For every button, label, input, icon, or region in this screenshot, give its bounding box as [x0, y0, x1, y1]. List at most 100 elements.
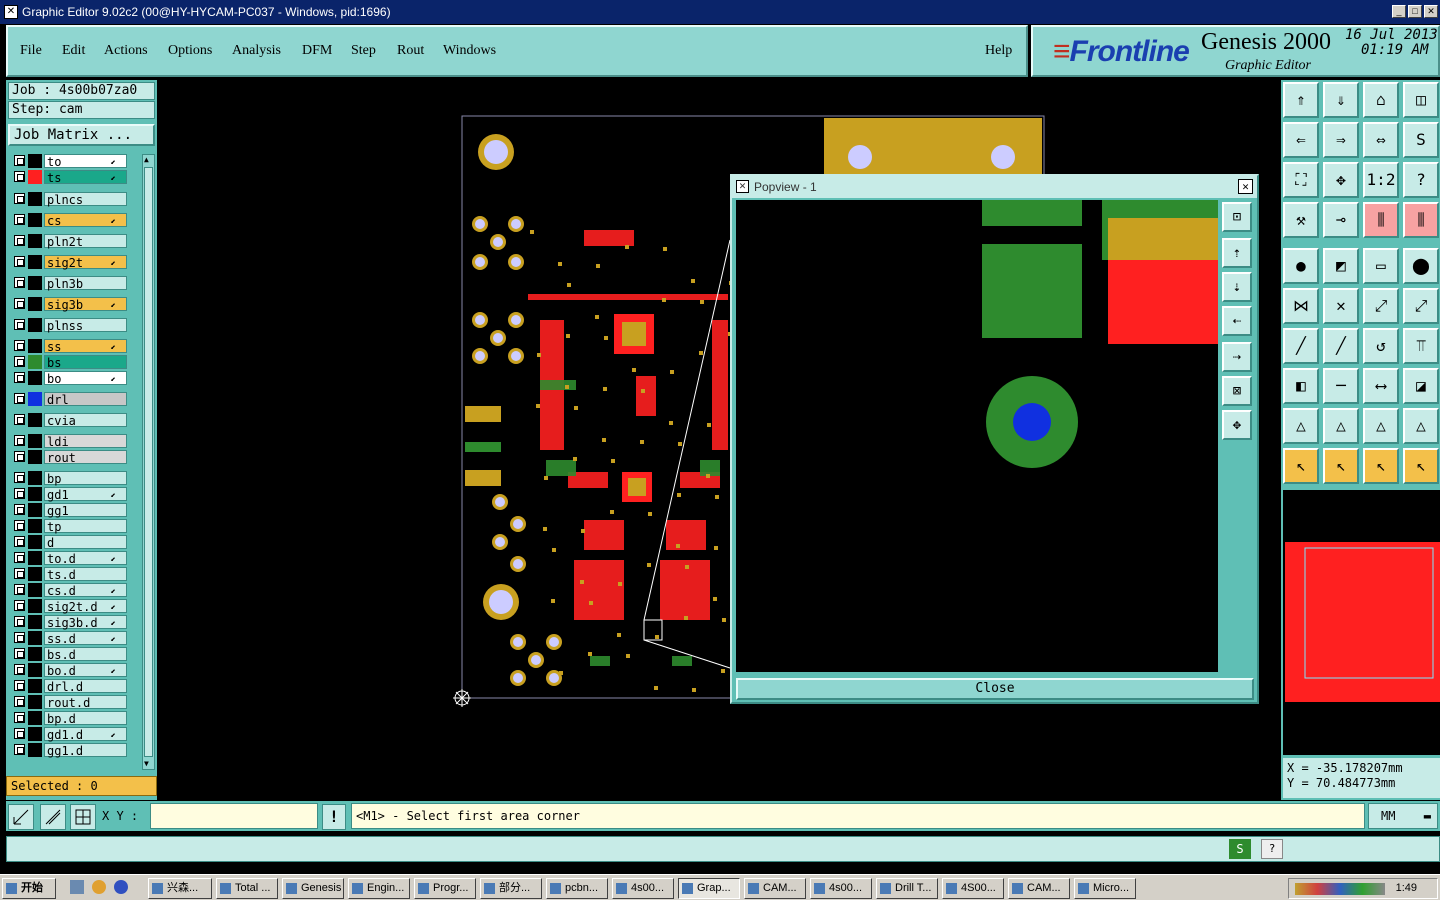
- layer-row-drl[interactable]: drl: [10, 392, 136, 407]
- layer-checkbox[interactable]: [14, 744, 25, 755]
- menu-options[interactable]: Options: [168, 43, 212, 59]
- layer-checkbox[interactable]: [14, 451, 25, 462]
- layer-name[interactable]: sig2t ⬋: [44, 255, 127, 270]
- layer-color-swatch[interactable]: [28, 413, 42, 427]
- layer-name[interactable]: pln3b: [44, 276, 127, 291]
- taskbar-item[interactable]: CAM...: [744, 878, 806, 899]
- menu-file[interactable]: File: [20, 43, 42, 59]
- taskbar-item[interactable]: 4s00...: [810, 878, 872, 899]
- layer-name[interactable]: ldi: [44, 434, 127, 449]
- layer-color-swatch[interactable]: [28, 487, 42, 501]
- layer-row-bs-d[interactable]: bs.d: [10, 647, 136, 662]
- layer-name[interactable]: pln2t: [44, 234, 127, 249]
- layer-name[interactable]: ts ⬋: [44, 170, 127, 185]
- layer-checkbox[interactable]: [14, 616, 25, 627]
- layer-row-sig3b-d[interactable]: sig3b.d ⬋: [10, 615, 136, 630]
- net-graph-icon[interactable]: ⋈: [1283, 288, 1319, 324]
- menu-dfm[interactable]: DFM: [302, 43, 332, 59]
- layer-name[interactable]: gd1.d ⬋: [44, 727, 127, 742]
- layer-list-scrollbar[interactable]: ▲ ▼: [142, 154, 155, 770]
- shape-group-icon[interactable]: ◪: [1403, 368, 1439, 404]
- layer-row-ss-d[interactable]: ss.d ⬋: [10, 631, 136, 646]
- layer-row-sig2t[interactable]: sig2t ⬋: [10, 255, 136, 270]
- layer-color-swatch[interactable]: [28, 631, 42, 645]
- layer-name[interactable]: rout.d: [44, 695, 127, 710]
- layer-name[interactable]: gg1: [44, 503, 127, 518]
- popview-fit-icon[interactable]: ⊠: [1222, 376, 1252, 406]
- layer-checkbox[interactable]: [14, 680, 25, 691]
- tri-a-icon[interactable]: △: [1323, 408, 1359, 444]
- layer-checkbox[interactable]: [14, 214, 25, 225]
- layer-color-swatch[interactable]: [28, 695, 42, 709]
- popview-close-icon[interactable]: ✕: [1238, 179, 1253, 194]
- layer-checkbox[interactable]: [14, 488, 25, 499]
- popview-close-button[interactable]: Close: [736, 678, 1254, 700]
- layer-name[interactable]: to.d ⬋: [44, 551, 127, 566]
- route-snake-icon[interactable]: S: [1403, 122, 1439, 158]
- taskbar-item[interactable]: 兴森...: [148, 878, 212, 899]
- layer-name[interactable]: ts.d: [44, 567, 127, 582]
- layer-name[interactable]: gd1 ⬋: [44, 487, 127, 502]
- exclamation-icon[interactable]: !: [322, 804, 346, 830]
- layer-name[interactable]: rout: [44, 450, 127, 465]
- zoom-home-icon[interactable]: ⇑: [1283, 82, 1319, 118]
- layer-checkbox[interactable]: [14, 632, 25, 643]
- layer-name[interactable]: drl: [44, 392, 127, 407]
- select-arrow-icon[interactable]: ↖: [1283, 448, 1319, 484]
- layer-row-ts-d[interactable]: ts.d: [10, 567, 136, 582]
- maximize-button[interactable]: □: [1408, 5, 1422, 18]
- layer-color-swatch[interactable]: [28, 276, 42, 290]
- layer-row-gg1[interactable]: gg1: [10, 503, 136, 518]
- tri-red-icon[interactable]: △: [1283, 408, 1319, 444]
- layer-checkbox[interactable]: [14, 319, 25, 330]
- ie-icon[interactable]: [114, 880, 128, 894]
- layer-color-swatch[interactable]: [28, 679, 42, 693]
- layer-name[interactable]: plnss: [44, 318, 127, 333]
- layer-row-plnss[interactable]: plnss: [10, 318, 136, 333]
- fill-edit-icon[interactable]: ◩: [1323, 248, 1359, 284]
- layer-checkbox[interactable]: [14, 664, 25, 675]
- browser-icon[interactable]: [92, 880, 106, 894]
- ime-s-icon[interactable]: S: [1229, 839, 1251, 859]
- menu-help[interactable]: Help: [985, 43, 1012, 59]
- layer-color-swatch[interactable]: [28, 599, 42, 613]
- ime-help-icon[interactable]: ?: [1261, 839, 1283, 859]
- layer-color-swatch[interactable]: [28, 154, 42, 168]
- layer-checkbox[interactable]: [14, 536, 25, 547]
- layer-row-bp[interactable]: bp: [10, 471, 136, 486]
- layer-row-to[interactable]: to ⬋: [10, 154, 136, 169]
- layer-checkbox[interactable]: [14, 520, 25, 531]
- layer-color-swatch[interactable]: [28, 213, 42, 227]
- xy-input[interactable]: [150, 803, 318, 829]
- layer-name[interactable]: bo.d ⬋: [44, 663, 127, 678]
- popview-canvas[interactable]: [736, 200, 1218, 672]
- layer-row-gd1[interactable]: gd1 ⬋: [10, 487, 136, 502]
- layer-name[interactable]: cs ⬋: [44, 213, 127, 228]
- job-matrix-button[interactable]: Job Matrix ...: [8, 124, 155, 146]
- measure-icon[interactable]: ⟷: [1363, 368, 1399, 404]
- pan-left-icon[interactable]: ⇐: [1283, 122, 1319, 158]
- popview-zoom-icon[interactable]: ⊡: [1222, 202, 1252, 232]
- draw-diag-icon[interactable]: ╱: [1323, 328, 1359, 364]
- layer-checkbox[interactable]: [14, 648, 25, 659]
- scroll-thumb[interactable]: [144, 167, 153, 757]
- layer-name[interactable]: cs.d ⬋: [44, 583, 127, 598]
- layer-row-gg1-d[interactable]: gg1.d: [10, 743, 136, 758]
- zoom-center-icon[interactable]: ✥: [1323, 162, 1359, 198]
- draw-line-icon[interactable]: ╱: [1283, 328, 1319, 364]
- zoom-house-icon[interactable]: ⌂: [1363, 82, 1399, 118]
- layer-name[interactable]: gg1.d: [44, 743, 127, 758]
- layer-row-pln3b[interactable]: pln3b: [10, 276, 136, 291]
- layer-checkbox[interactable]: [14, 356, 25, 367]
- layer-checkbox[interactable]: [14, 472, 25, 483]
- layer-checkbox[interactable]: [14, 393, 25, 404]
- start-button[interactable]: 开始: [2, 878, 56, 899]
- menu-analysis[interactable]: Analysis: [232, 43, 281, 59]
- tools-icon[interactable]: ⚒: [1283, 202, 1319, 238]
- layer-row-bo-d[interactable]: bo.d ⬋: [10, 663, 136, 678]
- snap-tool-icon[interactable]: [8, 804, 34, 830]
- layer-color-swatch[interactable]: [28, 297, 42, 311]
- layer-color-swatch[interactable]: [28, 727, 42, 741]
- popview-center-icon[interactable]: ✥: [1222, 410, 1252, 440]
- layer-name[interactable]: ss.d ⬋: [44, 631, 127, 646]
